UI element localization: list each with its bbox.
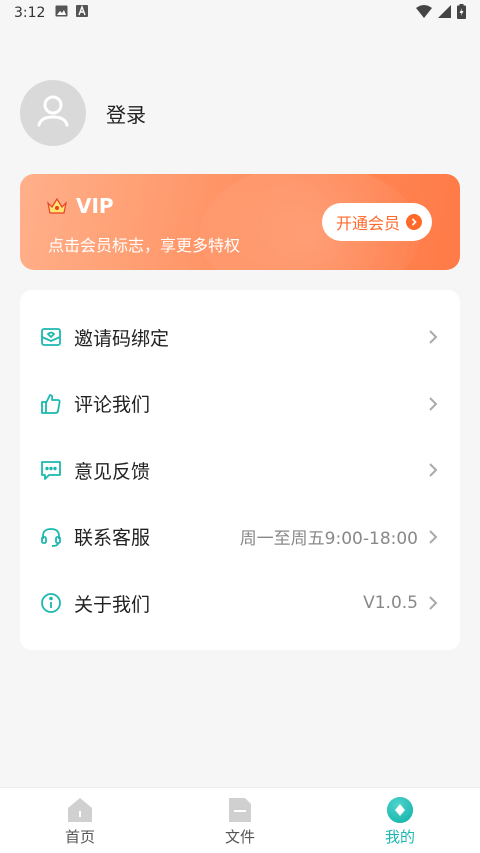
thumbs-up-icon (40, 393, 62, 415)
feedback-chat-icon (40, 459, 62, 481)
crown-icon (46, 197, 68, 215)
gallery-icon (55, 5, 68, 21)
chevron-right-circle-icon (406, 214, 422, 230)
vip-card[interactable]: VIP 点击会员标志，享更多特权 开通会员 (20, 174, 460, 270)
font-a-icon (76, 5, 89, 21)
chevron-right-icon (428, 529, 438, 545)
chevron-right-icon (428, 595, 438, 611)
home-icon (66, 796, 94, 824)
avatar[interactable] (20, 80, 86, 146)
invite-envelope-icon (40, 326, 62, 348)
vip-subtitle: 点击会员标志，享更多特权 (48, 236, 241, 255)
service-hours: 周一至周五9:00-18:00 (239, 529, 418, 550)
tab-label: 我的 (384, 828, 415, 846)
open-membership-label: 开通会员 (335, 214, 400, 233)
profile-section[interactable]: 登录 (20, 80, 146, 146)
status-bar: 3:12 (0, 0, 480, 26)
menu-item-invite-code[interactable]: 邀请码绑定 (20, 304, 460, 371)
menu-item-rate-us[interactable]: 评论我们 (20, 371, 460, 438)
menu-label: 关于我们 (74, 593, 151, 616)
profile-diamond-icon (386, 796, 414, 824)
chevron-right-icon (428, 462, 438, 478)
wifi-icon (416, 4, 432, 22)
status-time: 3:12 (14, 5, 46, 21)
tab-files[interactable]: 文件 (160, 788, 320, 853)
user-icon (33, 91, 73, 135)
tab-home[interactable]: 首页 (0, 788, 160, 853)
login-label[interactable]: 登录 (106, 99, 146, 128)
menu-label: 评论我们 (74, 394, 151, 417)
menu-item-customer-service[interactable]: 联系客服 周一至周五9:00-18:00 (20, 504, 460, 571)
info-icon (40, 592, 62, 614)
tab-mine[interactable]: 我的 (320, 788, 480, 853)
menu-label: 邀请码绑定 (74, 327, 170, 350)
tab-label: 文件 (224, 828, 255, 846)
headset-icon (40, 526, 62, 548)
tab-label: 首页 (64, 828, 95, 846)
file-icon (226, 796, 254, 824)
app-version: V1.0.5 (363, 593, 418, 614)
open-membership-button[interactable]: 开通会员 (321, 203, 432, 241)
menu-list: 邀请码绑定 评论我们 意见反馈 联系客服 周一至周五9:00-18:00 关于我… (20, 290, 460, 650)
bottom-tab-bar: 首页 文件 我的 (0, 787, 480, 853)
menu-label: 意见反馈 (74, 460, 151, 483)
signal-icon (438, 4, 451, 22)
chevron-right-icon (428, 329, 438, 345)
menu-label: 联系客服 (74, 527, 151, 550)
vip-title: VIP (46, 194, 114, 218)
chevron-right-icon (428, 396, 438, 412)
menu-item-feedback[interactable]: 意见反馈 (20, 437, 460, 504)
menu-item-about-us[interactable]: 关于我们 V1.0.5 (20, 570, 460, 637)
battery-icon (457, 3, 466, 23)
vip-title-text: VIP (76, 194, 114, 218)
